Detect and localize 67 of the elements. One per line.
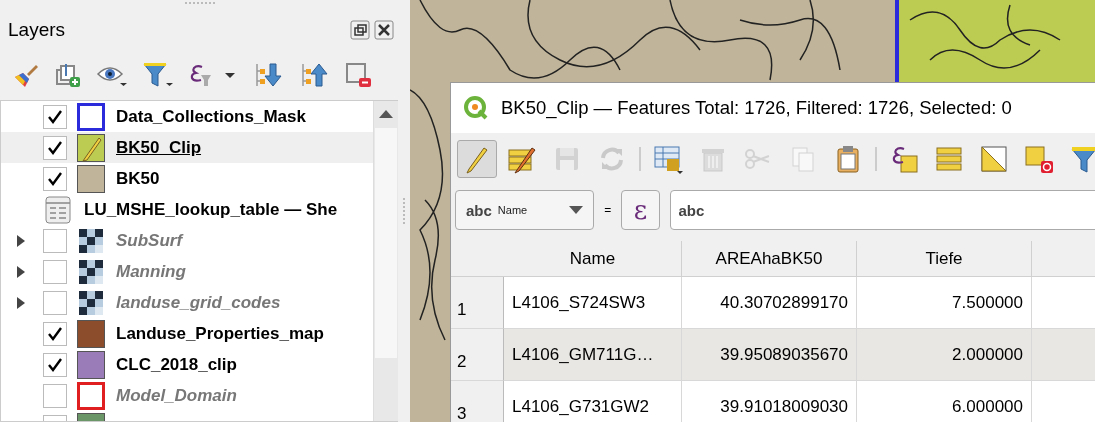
float-icon[interactable]: [350, 20, 370, 40]
checkmark-icon: [47, 139, 63, 156]
remove-layer-icon[interactable]: [344, 61, 372, 89]
deselect-icon: [1024, 144, 1054, 174]
table-cell: 2.000000: [857, 329, 1032, 381]
raster-grid-icon: [77, 288, 105, 317]
selected-row-highlight[interactable]: BK50_Clip: [1, 132, 373, 163]
table-cell: 39.95089035670: [682, 329, 857, 381]
layer-name: BK50: [116, 168, 160, 189]
invert-selection-icon: [979, 144, 1009, 174]
table-cell: L4106_GM711G…: [504, 329, 682, 381]
table-add-icon: [653, 144, 683, 174]
column-header[interactable]: Name: [504, 241, 682, 277]
close-icon[interactable]: [374, 20, 394, 40]
table-cell: 40.30702899170: [682, 277, 857, 329]
checkmark-icon: [47, 356, 63, 373]
layer-name: Data_Collections_Mask: [116, 106, 306, 127]
panel-title: Layers: [8, 19, 66, 41]
checkmark-icon: [47, 170, 63, 187]
rows-select-icon: [934, 144, 964, 174]
filter-icon[interactable]: [142, 61, 174, 89]
layer-checkbox[interactable]: [43, 228, 67, 253]
layer-name: SubSurf: [116, 230, 183, 251]
layer-name: Manning: [116, 261, 186, 282]
layer-name: Landuse_Properties_map: [116, 323, 324, 344]
value-field[interactable]: abc: [669, 190, 1095, 230]
expand-arrow-icon[interactable]: [17, 234, 25, 247]
layer-checkbox[interactable]: [43, 352, 67, 377]
layer-name: landuse_grid_codes: [116, 292, 281, 313]
row-header[interactable]: 1: [451, 277, 504, 329]
layer-name: CLC_2018_clip: [116, 354, 237, 375]
layer-checkbox[interactable]: [43, 259, 67, 284]
row-header[interactable]: 2: [451, 329, 504, 381]
layer-checkbox[interactable]: [43, 104, 67, 129]
field-dropdown[interactable]: abc Name: [455, 190, 595, 230]
layer-checkbox[interactable]: [43, 290, 67, 315]
add-group-icon[interactable]: [54, 61, 82, 89]
expand-arrow-icon[interactable]: [17, 296, 25, 309]
table-icon: [45, 195, 71, 224]
table-cell: L4106_S724SW3: [504, 277, 682, 329]
expression-button[interactable]: ε: [621, 190, 660, 230]
layer-checkbox[interactable]: [43, 135, 67, 160]
row-header[interactable]: 3: [451, 381, 504, 422]
caret-icon: [569, 206, 584, 214]
expand-arrow-icon[interactable]: [17, 265, 25, 278]
layer-name: LU_MSHE_lookup_table — She: [84, 199, 338, 220]
splitter-handle[interactable]: [403, 198, 407, 224]
app-logo-icon: [463, 95, 489, 121]
raster-grid-icon: [77, 257, 105, 286]
layer-checkbox[interactable]: [43, 383, 67, 408]
checkmark-icon: [47, 325, 63, 342]
checkmark-icon: [47, 108, 63, 125]
pencil-button[interactable]: [457, 140, 497, 178]
window-title: BK50_Clip — Features Total: 1726, Filtered: 1726, Selected: 0: [501, 97, 1012, 119]
column-header[interactable]: AREAhaBK50: [682, 241, 857, 277]
table-cell: 7.500000: [857, 277, 1032, 329]
operator-label: =: [604, 203, 612, 217]
layer-checkbox[interactable]: [43, 321, 67, 346]
raster-grid-icon: [77, 226, 105, 255]
filter-icon: [1069, 144, 1095, 174]
layer-checkbox[interactable]: [43, 166, 67, 191]
drag-handle[interactable]: [185, 2, 215, 7]
scroll-up-icon[interactable]: [379, 110, 393, 118]
layer-name: Model_Domain: [116, 385, 237, 406]
layer-name: BK50_Clip: [116, 137, 202, 158]
scrollbar[interactable]: [373, 101, 398, 421]
column-header[interactable]: Tiefe: [857, 241, 1032, 277]
